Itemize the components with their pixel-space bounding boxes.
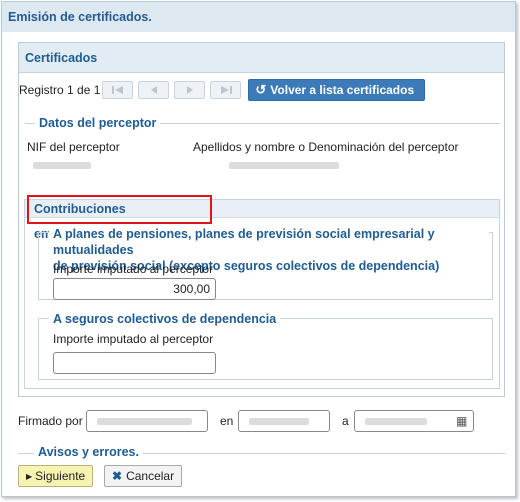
contribuciones-panel: Contribuciones empresariales A planes de…: [24, 195, 500, 389]
next-icon: [186, 86, 193, 94]
nombre-label: Apellidos y nombre o Denominación del pe…: [193, 140, 459, 154]
planes-importe-label: Importe imputado al perceptor: [53, 262, 214, 276]
firmado-input[interactable]: [86, 410, 208, 432]
lugar-input[interactable]: [238, 410, 330, 432]
perceptor-section: Datos del perceptor NIF del perceptor Ap…: [25, 115, 500, 183]
a-label: a: [342, 414, 349, 428]
record-navigation: Registro 1 de 1 ↺ Volver a lista certifi…: [19, 79, 426, 101]
planes-legend-line1: A planes de pensiones, planes de previsi…: [53, 227, 435, 257]
last-record-button[interactable]: [210, 81, 242, 99]
first-record-button[interactable]: [102, 81, 134, 99]
certificados-header: Certificados: [19, 43, 504, 73]
perceptor-legend: Datos del perceptor: [35, 115, 161, 131]
cancel-button[interactable]: ✖ Cancelar: [104, 465, 183, 487]
record-counter: Registro 1 de 1: [19, 83, 101, 97]
seguros-legend: A seguros colectivos de dependencia: [49, 311, 281, 327]
next-arrow-icon: ▶: [26, 471, 33, 481]
cancel-button-label: Cancelar: [126, 469, 175, 483]
back-to-list-label: Volver a lista certificados: [270, 83, 415, 97]
nombre-value-redacted: [229, 162, 339, 169]
next-record-button[interactable]: [174, 81, 206, 99]
cancel-x-icon: ✖: [112, 469, 123, 483]
window-title: Emisión de certificados.: [2, 2, 515, 32]
next-button[interactable]: ▶ Siguiente: [18, 465, 94, 487]
avisos-legend-text: Avisos y errores.: [38, 445, 139, 459]
planes-importe-input[interactable]: 300,00: [53, 278, 216, 300]
seguros-section: A seguros colectivos de dependencia Impo…: [38, 311, 493, 380]
contribuciones-title: Contribuciones empresariales: [27, 195, 212, 241]
calendar-icon[interactable]: ▦: [456, 414, 467, 428]
seguros-importe-input[interactable]: [53, 352, 216, 374]
avisos-legend: Avisos y errores.: [34, 445, 143, 459]
back-to-list-button[interactable]: ↺ Volver a lista certificados: [248, 79, 426, 101]
prev-record-button[interactable]: [138, 81, 170, 99]
first-icon: [111, 86, 123, 94]
prev-icon: [150, 86, 157, 94]
planes-section: A planes de pensiones, planes de previsi…: [38, 226, 493, 300]
en-label: en: [220, 414, 234, 428]
undo-icon: ↺: [255, 82, 267, 97]
fecha-input[interactable]: ▦: [354, 410, 474, 432]
firmado-value-redacted: [97, 418, 192, 425]
last-icon: [220, 86, 232, 94]
lugar-value-redacted: [249, 418, 309, 425]
seguros-importe-label: Importe imputado al perceptor: [53, 332, 214, 346]
next-button-label: Siguiente: [35, 469, 86, 483]
certificados-panel: Certificados Registro 1 de 1 ↺ Volver a …: [18, 42, 505, 397]
nif-label: NIF del perceptor: [27, 140, 120, 154]
firmado-label: Firmado por: [18, 414, 83, 428]
nif-value-redacted: [33, 162, 91, 169]
fecha-value-redacted: [365, 418, 427, 425]
certificate-dialog: Emisión de certificados. Certificados Re…: [1, 1, 516, 497]
signature-row: Firmado por en a ▦: [2, 410, 515, 434]
